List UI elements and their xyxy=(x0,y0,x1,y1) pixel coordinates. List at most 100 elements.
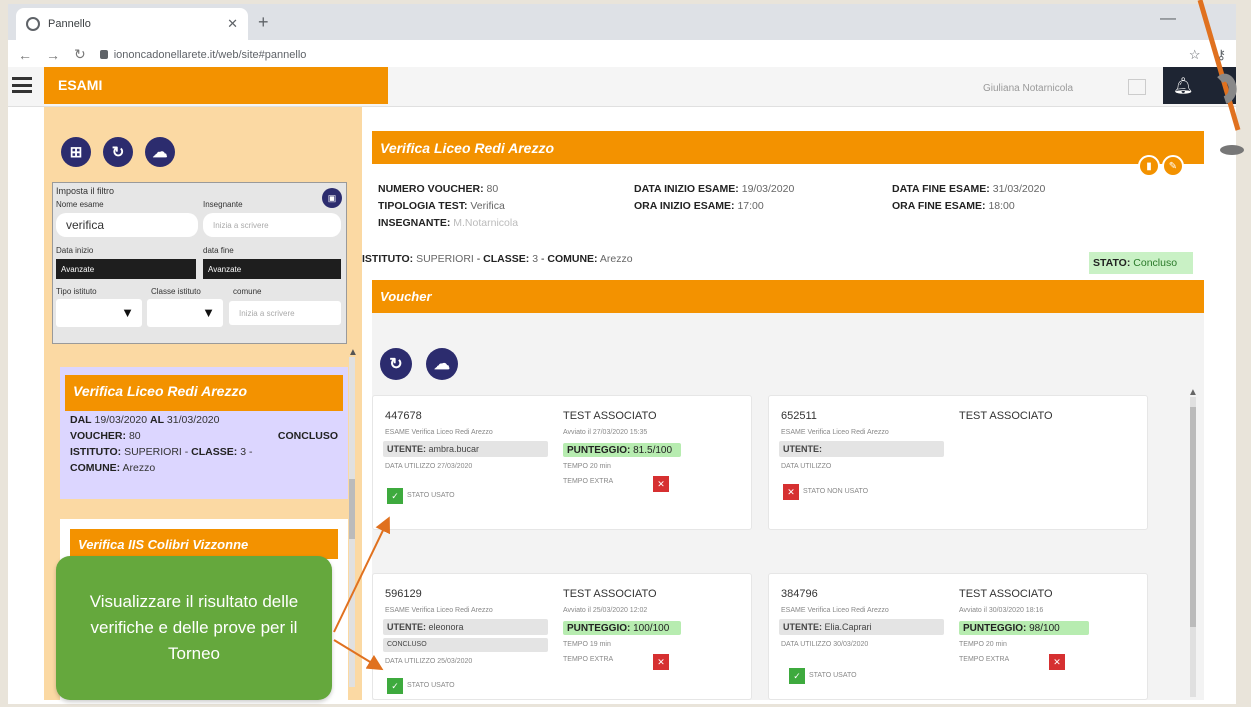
tipo-istituto-label: Tipo istituto xyxy=(56,287,97,296)
istituto-line: ISTITUTO: SUPERIORI - CLASSE: 3 - COMUNE… xyxy=(362,253,633,265)
voucher-exam: ESAME Verifica Liceo Redi Arezzo xyxy=(781,429,889,436)
voucher-exam: ESAME Verifica Liceo Redi Arezzo xyxy=(385,429,493,436)
detail-title: Verifica Liceo Redi Arezzo xyxy=(372,131,1204,164)
voucher-state: STATO NON USATO xyxy=(803,488,869,495)
check-icon: ✓ xyxy=(789,668,805,684)
exam-status: CONCLUSO xyxy=(277,430,338,442)
voucher-started: Avviato il 30/03/2020 18:16 xyxy=(959,607,1044,614)
voucher-card[interactable]: 652511 TEST ASSOCIATO ESAME Verifica Lic… xyxy=(768,395,1148,530)
exam-dates: DAL 19/03/2020 AL 31/03/2020 xyxy=(70,414,220,426)
minimize-icon[interactable]: — xyxy=(1160,10,1176,28)
voucher-card[interactable]: 384796 TEST ASSOCIATO ESAME Verifica Lic… xyxy=(768,573,1148,700)
tab-strip: Pannello ✕ + — xyxy=(8,4,1236,40)
voucher-concluded: CONCLUSO xyxy=(383,638,548,652)
voucher-time: TEMPO 19 min xyxy=(563,641,611,648)
close-icon[interactable]: ✕ xyxy=(653,654,669,670)
close-icon[interactable]: ✕ xyxy=(1049,654,1065,670)
exam-voucher-line: VOUCHER: 80 CONCLUSO xyxy=(70,430,338,442)
voucher-date: DATA UTILIZZO 30/03/2020 xyxy=(781,641,869,648)
test-associato-label: TEST ASSOCIATO xyxy=(563,410,657,422)
list-scroll-thumb[interactable] xyxy=(349,479,355,539)
delete-button[interactable]: ▮ xyxy=(1138,155,1160,177)
download-vouchers-button[interactable]: ☁ xyxy=(426,348,458,380)
close-icon[interactable]: ✕ xyxy=(783,484,799,500)
notification-area: 🔔︎ xyxy=(1163,67,1236,104)
data-fine-esame: DATA FINE ESAME: 31/03/2020 xyxy=(892,183,1046,195)
exam-card-2-title: Verifica IIS Colibri Vizzonne xyxy=(70,529,338,559)
bell-icon[interactable]: 🔔︎ xyxy=(1173,76,1193,96)
dropdown-arrow-icon: ▼ xyxy=(121,305,134,320)
lock-icon xyxy=(99,50,108,59)
test-associato-label: TEST ASSOCIATO xyxy=(563,588,657,600)
user-name[interactable]: Giuliana Notarnicola xyxy=(983,83,1073,94)
key-icon[interactable]: ⚷ xyxy=(1216,47,1226,63)
data-fine-field[interactable]: Avanzate xyxy=(203,259,341,279)
voucher-section-title: Voucher xyxy=(372,280,1204,313)
status-badge: STATO: Concluso xyxy=(1089,252,1193,274)
voucher-code: 652511 xyxy=(781,410,817,422)
comune-label: comune xyxy=(233,287,262,296)
voucher-card[interactable]: 596129 TEST ASSOCIATO ESAME Verifica Lic… xyxy=(372,573,752,700)
star-icon[interactable]: ☆ xyxy=(1189,47,1201,63)
forward-icon[interactable]: → xyxy=(46,47,60,63)
voucher-state: STATO USATO xyxy=(407,492,455,499)
numero-voucher: NUMERO VOUCHER: 80 xyxy=(378,183,499,195)
data-inizio-label: Data inizio xyxy=(56,246,94,255)
voucher-scroll-thumb[interactable] xyxy=(1190,407,1196,627)
edit-button[interactable]: ✎ xyxy=(1162,155,1184,177)
tipologia-test: TIPOLOGIA TEST: Verifica xyxy=(378,200,505,212)
exam-istituto-line: ISTITUTO: SUPERIORI - CLASSE: 3 - xyxy=(70,446,253,458)
voucher-code: 596129 xyxy=(385,588,422,600)
exam-card[interactable]: Verifica Liceo Redi Arezzo DAL 19/03/202… xyxy=(60,367,348,499)
ora-inizio-esame: ORA INIZIO ESAME: 17:00 xyxy=(634,200,764,212)
voucher-exam: ESAME Verifica Liceo Redi Arezzo xyxy=(781,607,889,614)
add-exam-button[interactable]: ⊞ xyxy=(61,137,91,167)
nome-esame-input[interactable]: verifica xyxy=(56,213,198,237)
voucher-state: STATO USATO xyxy=(809,672,857,679)
voucher-score: PUNTEGGIO: 98/100 xyxy=(959,621,1089,635)
insegnante-input[interactable]: Inizia a scrivere xyxy=(203,213,341,237)
menu-icon[interactable] xyxy=(12,75,32,95)
insegnante: INSEGNANTE: M.Notarnicola xyxy=(378,217,519,229)
voucher-started: Avviato il 27/03/2020 15:35 xyxy=(563,429,648,436)
tab-title: Pannello xyxy=(48,18,91,30)
comune-input[interactable]: Inizia a scrivere xyxy=(229,301,341,325)
back-icon[interactable]: ← xyxy=(18,47,32,63)
browser-tab[interactable]: Pannello ✕ xyxy=(16,8,248,40)
voucher-score: PUNTEGGIO: 81.5/100 xyxy=(563,443,681,457)
classe-istituto-select[interactable]: ▼ xyxy=(147,299,223,327)
data-inizio-field[interactable]: Avanzate xyxy=(56,259,196,279)
close-tab-icon[interactable]: ✕ xyxy=(227,16,238,32)
check-icon: ✓ xyxy=(387,488,403,504)
address-bar[interactable]: iononcadonellarete.it/web/site#pannello xyxy=(99,43,1175,67)
voucher-extra-time: TEMPO EXTRA xyxy=(563,656,614,663)
globe-icon xyxy=(26,17,40,31)
data-inizio-esame: DATA INIZIO ESAME: 19/03/2020 xyxy=(634,183,795,195)
voucher-code: 447678 xyxy=(385,410,422,422)
voucher-card[interactable]: 447678 TEST ASSOCIATO ESAME Verifica Lic… xyxy=(372,395,752,530)
reload-icon[interactable]: ↻ xyxy=(74,46,86,63)
voucher-exam: ESAME Verifica Liceo Redi Arezzo xyxy=(385,607,493,614)
voucher-state: STATO USATO xyxy=(407,682,455,689)
callout-note: Visualizzare il risultato delle verifich… xyxy=(56,556,332,700)
voucher-score: PUNTEGGIO: 100/100 xyxy=(563,621,681,635)
tipo-istituto-select[interactable]: ▼ xyxy=(56,299,142,327)
section-title: ESAMI xyxy=(44,67,388,104)
ora-fine-esame: ORA FINE ESAME: 18:00 xyxy=(892,200,1015,212)
home-icon[interactable] xyxy=(1128,79,1146,95)
save-filter-button[interactable]: ▣ xyxy=(322,188,342,208)
refresh-button[interactable]: ↻ xyxy=(103,137,133,167)
refresh-vouchers-button[interactable]: ↻ xyxy=(380,348,412,380)
new-tab-icon[interactable]: + xyxy=(258,12,269,33)
voucher-started: Avviato il 25/03/2020 12:02 xyxy=(563,607,648,614)
data-fine-label: data fine xyxy=(203,246,234,255)
voucher-user: UTENTE: ambra.bucar xyxy=(383,441,548,457)
cloud-download-button[interactable]: ☁ xyxy=(145,137,175,167)
voucher-user: UTENTE: Elia.Caprari xyxy=(779,619,944,635)
voucher-extra-time: TEMPO EXTRA xyxy=(563,478,614,485)
voucher-user: UTENTE: eleonora xyxy=(383,619,548,635)
voucher-date: DATA UTILIZZO xyxy=(781,463,832,470)
app-header: ESAMI Giuliana Notarnicola 🔔︎ xyxy=(8,67,1236,107)
filter-title: Imposta il filtro xyxy=(56,186,115,196)
close-icon[interactable]: ✕ xyxy=(653,476,669,492)
